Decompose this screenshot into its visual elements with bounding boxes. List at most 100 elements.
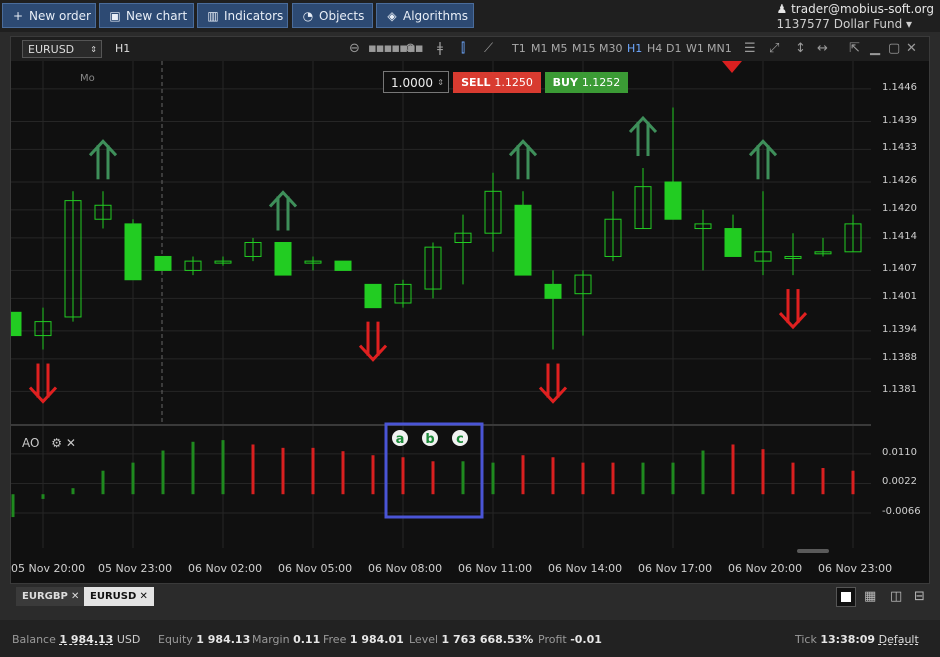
price-chart[interactable]: a b c xyxy=(11,61,871,556)
signal-up-arrow xyxy=(88,139,118,180)
minimize-icon[interactable]: ▁ xyxy=(870,41,880,56)
buy-button[interactable]: BUY 1.1252 xyxy=(545,72,628,93)
price-tick-label: 1.1394 xyxy=(882,323,917,335)
sell-button[interactable]: SELL 1.1250 xyxy=(453,72,541,93)
balance-status: Balance 1 984.13 USD xyxy=(12,633,141,646)
timeframe-mn1[interactable]: MN1 xyxy=(707,42,732,55)
annotation-label: b xyxy=(425,432,434,447)
signal-up-arrow xyxy=(508,139,538,180)
objects-button[interactable]: ◔ Objects xyxy=(292,3,373,28)
algorithms-button[interactable]: ◈ Algorithms xyxy=(376,3,474,28)
dropdown-icon: ▾ xyxy=(906,17,913,31)
new-chart-button[interactable]: ▣ New chart xyxy=(99,3,194,28)
layout-single-icon xyxy=(841,592,851,602)
chart-settings-icon[interactable]: ☰ xyxy=(744,41,756,56)
close-icon[interactable]: ✕ xyxy=(906,41,917,56)
close-tab-icon[interactable]: ✕ xyxy=(136,591,147,602)
candle-bearish xyxy=(124,223,142,281)
candle-bearish xyxy=(11,311,22,337)
zoom-out-icon[interactable]: ⊖ xyxy=(349,41,360,56)
timeframe-h4[interactable]: H4 xyxy=(647,42,662,55)
tick-mode-select[interactable]: Default xyxy=(879,633,919,646)
layout-grid-icon[interactable]: ▦ xyxy=(864,589,876,604)
timeframe-h1[interactable]: H1 xyxy=(627,42,642,55)
layout-columns-icon[interactable]: ◫ xyxy=(890,589,902,604)
bar-chart-type-icon[interactable]: ǂ xyxy=(437,41,443,56)
detach-icon[interactable]: ⇱ xyxy=(849,41,860,56)
chart-timeframe: H1 xyxy=(115,42,131,55)
annotation-label: c xyxy=(456,432,464,447)
timeframe-t1[interactable]: T1 xyxy=(512,42,526,55)
zoom-in-icon[interactable]: ⊕ xyxy=(405,41,416,56)
price-tick-label: 1.1446 xyxy=(882,81,917,93)
quantity-input[interactable]: 1.0000 ⇕ xyxy=(383,71,449,93)
timeframe-m1[interactable]: M1 xyxy=(531,42,548,55)
signal-up-arrow xyxy=(268,190,298,231)
indicators-icon: ▥ xyxy=(207,9,219,23)
timeframe-m5[interactable]: M5 xyxy=(551,42,568,55)
autoscale-icon[interactable]: ⤢ xyxy=(769,41,779,56)
price-tick-label: 1.1381 xyxy=(882,384,917,396)
plus-icon: + xyxy=(12,9,24,23)
account-info[interactable]: ♟ trader@mobius-soft.org 1137577 Dollar … xyxy=(777,2,935,32)
user-icon: ♟ xyxy=(776,2,788,16)
timeframe-m30[interactable]: M30 xyxy=(599,42,623,55)
time-tick-label: 06 Nov 20:00 xyxy=(728,562,803,575)
candle-bearish xyxy=(724,228,742,257)
scrollbar-thumb xyxy=(797,549,829,553)
ao-tick-label: 0.0022 xyxy=(882,476,917,488)
chart-icon: ▣ xyxy=(109,9,121,23)
spinner-icon: ⇕ xyxy=(90,45,97,54)
price-tick-label: 1.1426 xyxy=(882,175,917,186)
tab-label: EURUSD xyxy=(90,591,137,602)
horizontal-scale-icon[interactable]: ↔ xyxy=(817,41,828,56)
time-tick-label: 06 Nov 05:00 xyxy=(278,562,353,575)
new-order-button[interactable]: + New order xyxy=(2,3,96,28)
settings-icon[interactable]: ⚙ xyxy=(51,436,62,450)
time-tick-label: 06 Nov 08:00 xyxy=(368,562,443,575)
candle-bearish xyxy=(334,260,352,271)
margin-status: Margin 0.11 xyxy=(252,633,321,646)
time-tick-label: 06 Nov 14:00 xyxy=(548,562,623,575)
time-tick-label: 05 Nov 23:00 xyxy=(98,562,173,575)
candle-chart-type-icon[interactable]: ⫿ xyxy=(461,41,465,56)
account-fund: 1137577 Dollar Fund xyxy=(776,17,903,31)
price-tick-label: 1.1407 xyxy=(882,263,917,275)
indicator-label: AO xyxy=(22,436,40,450)
price-tick-label: 1.1414 xyxy=(882,230,917,242)
close-tab-icon[interactable]: ✕ xyxy=(68,591,79,602)
account-email: trader@mobius-soft.org xyxy=(791,2,934,16)
vertical-scale-icon[interactable]: ↕ xyxy=(795,41,806,56)
current-bar-marker xyxy=(722,61,742,73)
algorithms-icon: ◈ xyxy=(387,9,397,23)
line-chart-type-icon[interactable]: ⟋ xyxy=(484,41,493,56)
close-indicator-icon[interactable]: ✕ xyxy=(66,436,76,450)
time-tick-label: 05 Nov 20:00 xyxy=(11,562,86,575)
time-tick-label: 06 Nov 11:00 xyxy=(458,562,533,575)
profit-status: Profit -0.01 xyxy=(538,633,602,646)
maximize-icon[interactable]: ▢ xyxy=(888,41,900,56)
annotation-label: a xyxy=(396,432,405,447)
chart-tab-eurusd[interactable]: EURUSD ✕ xyxy=(84,587,154,606)
timeframe-w1[interactable]: W1 xyxy=(686,42,704,55)
price-tick-label: 1.1439 xyxy=(882,114,917,126)
timeframe-d1[interactable]: D1 xyxy=(666,42,681,55)
candle-bearish xyxy=(154,255,172,271)
layout-single-button[interactable] xyxy=(836,587,856,607)
price-tick-label: 1.1401 xyxy=(882,291,917,303)
candle-bearish xyxy=(364,283,382,309)
price-tick-label: 1.1420 xyxy=(882,202,917,214)
layout-rows-icon[interactable]: ⊟ xyxy=(914,589,925,604)
candle-bearish xyxy=(544,283,562,299)
chart-header xyxy=(11,37,929,61)
signal-down-arrow xyxy=(358,321,388,362)
signal-up-arrow xyxy=(628,115,658,157)
indicators-button[interactable]: ▥ Indicators xyxy=(197,3,288,28)
candle-bearish xyxy=(514,204,532,276)
ao-tick-label: -0.0066 xyxy=(882,506,921,518)
symbol-select[interactable]: EURUSD ⇕ xyxy=(22,40,102,58)
price-tick-label: 1.1433 xyxy=(882,142,917,154)
timeframe-m15[interactable]: M15 xyxy=(572,42,596,55)
tab-label: EURGBP xyxy=(22,591,68,602)
chart-tab-eurgbp[interactable]: EURGBP ✕ xyxy=(16,587,86,606)
